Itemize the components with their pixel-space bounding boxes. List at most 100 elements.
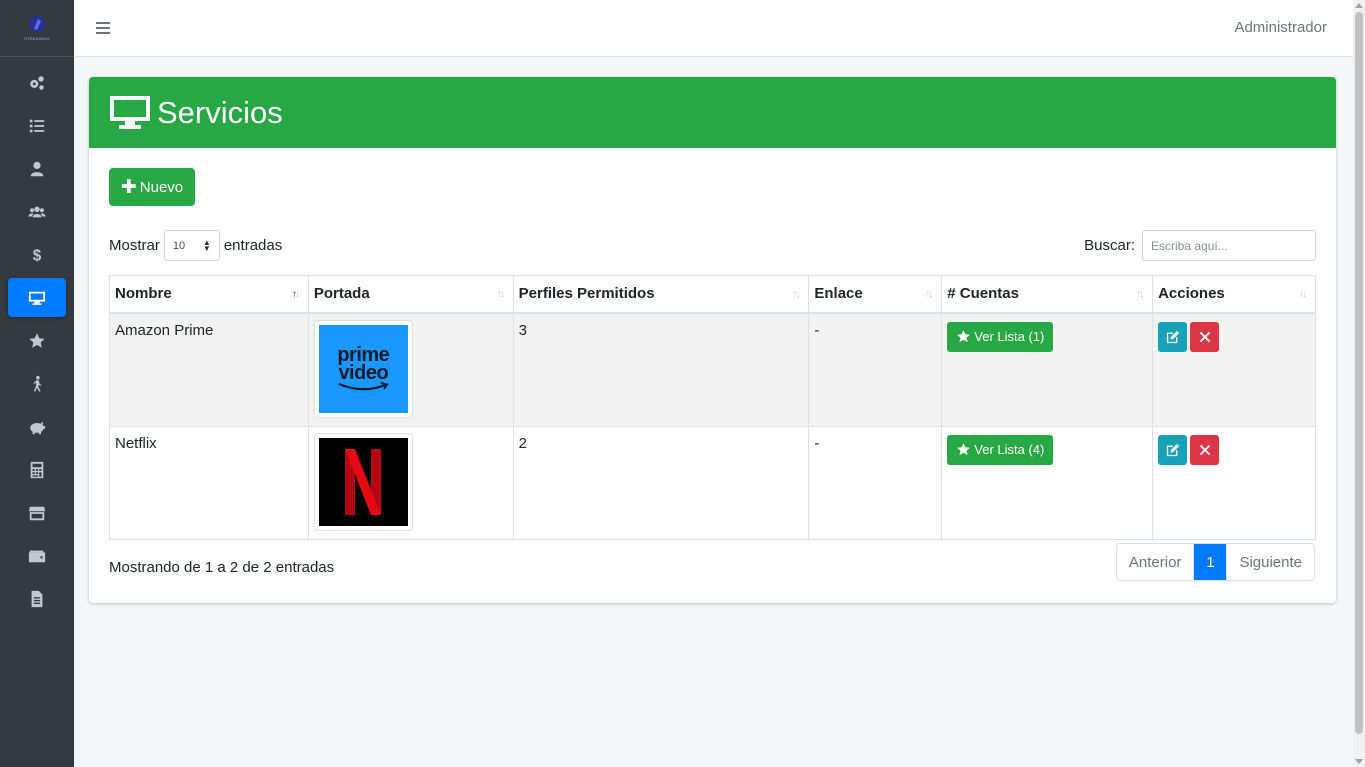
edit-icon xyxy=(1166,330,1179,343)
column-header-nombre[interactable]: Nombre ↑↓ xyxy=(109,275,309,314)
search-control: Buscar: xyxy=(1084,230,1316,261)
page-length-control: Mostrar 10 ▲ ▼ entradas xyxy=(109,230,282,261)
sidebar-item-favorites[interactable] xyxy=(8,321,66,360)
table-header-row: Nombre ↑↓ Portada ↑↓ Perfiles Permitidos ↑↓… xyxy=(109,275,1316,314)
scroll-up-arrow[interactable] xyxy=(1355,3,1363,8)
delete-button[interactable] xyxy=(1190,434,1220,465)
close-icon xyxy=(1199,444,1210,455)
page-length-select[interactable]: 10 ▲ ▼ xyxy=(163,230,220,261)
view-list-button[interactable]: Ver Lista (4) xyxy=(947,434,1054,465)
sidebar-item-savings[interactable] xyxy=(8,407,66,446)
edit-button[interactable] xyxy=(1158,321,1188,352)
top-navbar: Administrador xyxy=(74,0,1353,57)
brand-logo-icon xyxy=(29,16,45,32)
cell-name: Amazon Prime xyxy=(109,312,309,427)
svg-text:$: $ xyxy=(33,247,42,264)
column-header-perfiles[interactable]: Perfiles Permitidos ↑↓ xyxy=(512,275,810,314)
plus-icon: ✚ xyxy=(120,176,137,198)
calculator-icon xyxy=(30,461,44,478)
new-button[interactable]: ✚ Nuevo xyxy=(109,168,195,206)
page-title: Servicios xyxy=(157,94,283,130)
star-icon xyxy=(957,330,971,343)
list-icon xyxy=(29,119,45,132)
next-page-button[interactable]: Siguiente xyxy=(1226,544,1314,580)
search-input[interactable] xyxy=(1142,230,1316,261)
sort-icon: ↑↓ xyxy=(496,289,505,300)
sort-icon: ↑↓ xyxy=(792,289,800,300)
cell-link: - xyxy=(808,312,943,427)
dollar-icon: $ xyxy=(33,247,42,264)
sidebar-item-user[interactable] xyxy=(8,149,66,188)
star-icon xyxy=(957,443,971,456)
user-menu[interactable]: Administrador xyxy=(1234,19,1327,36)
store-icon xyxy=(28,506,46,520)
desktop-icon xyxy=(28,291,46,305)
page-button-1[interactable]: 1 xyxy=(1193,544,1227,580)
column-header-enlace[interactable]: Enlace ↑↓ xyxy=(808,275,943,314)
close-icon xyxy=(1199,331,1210,342)
brand-text: STREAMING xyxy=(24,36,50,41)
users-icon xyxy=(28,206,46,217)
edit-button[interactable] xyxy=(1158,434,1188,465)
sidebar-item-calculator[interactable] xyxy=(8,450,66,489)
wallet-icon xyxy=(28,550,46,562)
cover-thumbnail: prime video xyxy=(313,319,413,418)
prev-page-button[interactable]: Anterior xyxy=(1117,544,1194,580)
sidebar-item-services[interactable] xyxy=(8,278,66,317)
cell-accounts: Ver Lista (1) xyxy=(941,312,1154,427)
sidebar-item-store[interactable] xyxy=(8,493,66,532)
services-table: Nombre ↑↓ Portada ↑↓ Perfiles Permitidos ↑↓… xyxy=(109,275,1316,540)
view-list-button[interactable]: Ver Lista (1) xyxy=(947,321,1054,352)
table-info: Mostrando de 1 a 2 de 2 entradas xyxy=(109,559,335,576)
cell-actions xyxy=(1152,425,1316,540)
sidebar-item-reports[interactable] xyxy=(8,579,66,618)
netflix-n-icon xyxy=(345,448,382,515)
page-length-value: 10 xyxy=(172,239,186,252)
edit-icon xyxy=(1166,443,1179,456)
sidebar: STREAMING $ xyxy=(0,0,74,767)
cell-profiles: 2 xyxy=(512,425,810,540)
cell-accounts: Ver Lista (4) xyxy=(941,425,1154,540)
brand-logo[interactable]: STREAMING xyxy=(19,10,55,46)
new-button-label: Nuevo xyxy=(139,178,184,196)
walking-icon xyxy=(33,375,42,392)
piggy-bank-icon xyxy=(30,421,46,434)
cell-cover: prime video xyxy=(307,312,514,427)
sort-icon: ↑↓ xyxy=(1136,289,1144,300)
menu-toggle-icon[interactable] xyxy=(96,19,112,37)
select-arrows-icon: ▲ ▼ xyxy=(202,237,211,253)
sort-icon: ↑↓ xyxy=(1299,289,1307,300)
show-label: Mostrar xyxy=(109,237,160,254)
sidebar-item-users[interactable] xyxy=(8,192,66,231)
page-scrollbar[interactable] xyxy=(1353,0,1365,767)
cell-name: Netflix xyxy=(109,425,309,540)
amazon-smile-icon xyxy=(338,381,389,390)
star-icon xyxy=(29,332,45,348)
sidebar-item-wallet[interactable] xyxy=(8,536,66,575)
user-icon xyxy=(30,161,44,176)
netflix-logo xyxy=(318,437,408,526)
services-card: Servicios ✚ Nuevo Mostrar 10 ▲ ▼ entradas… xyxy=(89,77,1336,603)
sort-asc-icon: ↑↓ xyxy=(291,289,300,300)
scroll-down-arrow[interactable] xyxy=(1355,759,1363,764)
sidebar-item-payments[interactable]: $ xyxy=(8,235,66,274)
sort-icon: ↑↓ xyxy=(925,289,933,300)
delete-button[interactable] xyxy=(1190,321,1220,352)
sidebar-item-activity[interactable] xyxy=(8,364,66,403)
card-header: Servicios xyxy=(89,77,1336,148)
cover-thumbnail xyxy=(313,432,413,531)
column-header-cuentas[interactable]: # Cuentas ↑↓ xyxy=(941,275,1154,314)
desktop-icon xyxy=(110,95,150,129)
table-row: Netflix 2 - Ver Lista (4) xyxy=(109,425,1316,540)
cogs-icon xyxy=(30,75,44,90)
scroll-thumb[interactable] xyxy=(1355,12,1363,734)
sidebar-item-list[interactable] xyxy=(8,106,66,145)
column-header-acciones[interactable]: Acciones ↑↓ xyxy=(1152,275,1316,314)
column-header-portada[interactable]: Portada ↑↓ xyxy=(307,275,514,314)
brand[interactable]: STREAMING xyxy=(0,0,74,57)
sidebar-item-settings[interactable] xyxy=(8,63,66,102)
table-row: Amazon Prime prime video 3 - Ver Lista (… xyxy=(109,312,1316,427)
entries-label: entradas xyxy=(223,237,283,254)
cell-profiles: 3 xyxy=(512,312,810,427)
prime-video-logo: prime video xyxy=(318,324,408,413)
